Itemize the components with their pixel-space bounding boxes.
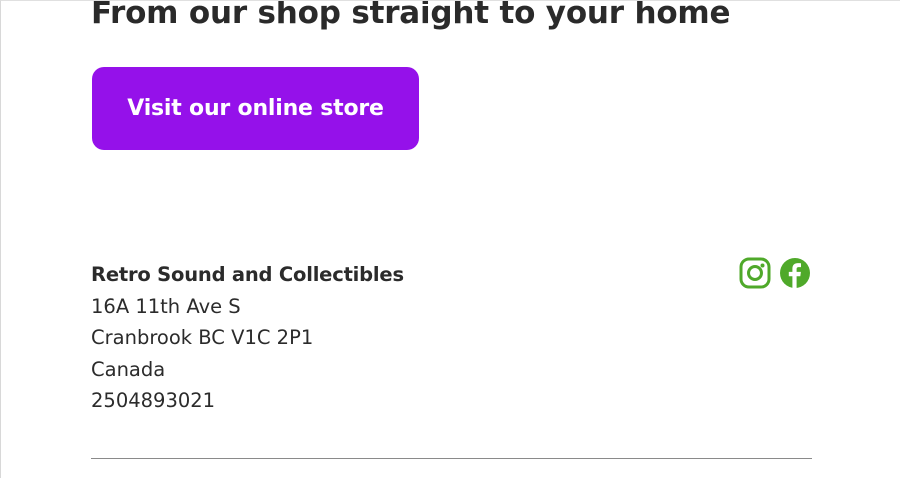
visit-online-store-button[interactable]: Visit our online store	[92, 67, 419, 150]
address-country: Canada	[91, 357, 166, 381]
footer-address: Retro Sound and Collectibles 16A 11th Av…	[91, 259, 404, 417]
instagram-link[interactable]	[738, 256, 772, 290]
facebook-link[interactable]	[778, 256, 812, 290]
business-name: Retro Sound and Collectibles	[91, 263, 404, 286]
headline: From our shop straight to your home	[91, 0, 731, 31]
facebook-icon	[780, 258, 810, 288]
footer-divider	[91, 458, 812, 459]
address-line-2: Cranbrook BC V1C 2P1	[91, 326, 314, 349]
page: From our shop straight to your home Visi…	[0, 0, 900, 478]
phone-number: 2504893021	[91, 389, 216, 412]
address-line-1: 16A 11th Ave S	[91, 294, 241, 318]
social-links	[738, 256, 812, 290]
instagram-icon	[739, 257, 771, 289]
